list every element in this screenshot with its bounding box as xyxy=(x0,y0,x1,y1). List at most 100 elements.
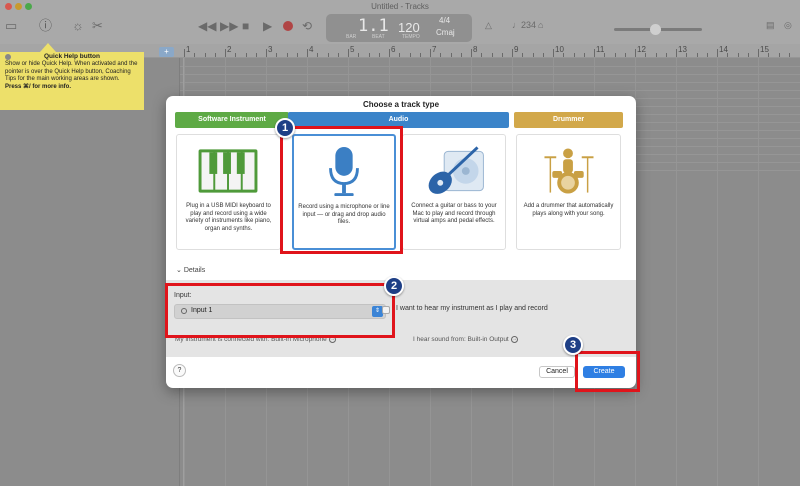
ruler-tick xyxy=(430,49,431,57)
callout-badge-2: 2 xyxy=(384,276,404,296)
ruler-bar-number: 4 xyxy=(309,45,314,54)
track-lane-divider xyxy=(180,82,800,83)
callout-box-create xyxy=(575,351,640,392)
loops-icon[interactable]: ◎ xyxy=(784,20,792,31)
ruler-subtick xyxy=(573,53,575,57)
ruler-subtick xyxy=(747,53,749,57)
lcd-time-signature: 4/4 xyxy=(439,16,451,25)
hear-from-info: I hear sound from: Built-in Output → xyxy=(413,336,518,343)
ruler-subtick xyxy=(737,53,739,57)
drummer-icon xyxy=(544,148,594,194)
volume-knob[interactable] xyxy=(650,24,661,35)
quick-help-more: Press ⌘/ for more info. xyxy=(5,83,72,90)
ruler-subtick xyxy=(778,53,780,57)
ruler-bar-number: 7 xyxy=(432,45,437,54)
ruler-subtick xyxy=(317,53,319,57)
ruler-tick xyxy=(348,49,349,57)
ruler-subtick xyxy=(604,53,606,57)
ruler-bar-number: 9 xyxy=(514,45,519,54)
ruler-subtick xyxy=(655,53,657,57)
software-instrument-card[interactable]: Plug in a USB MIDI keyboard to play and … xyxy=(176,134,281,250)
ruler-subtick xyxy=(481,53,483,57)
guitar-icon xyxy=(428,146,484,194)
guitar-card[interactable]: Connect a guitar or bass to your Mac to … xyxy=(402,134,506,250)
count-in-button[interactable]: ♩234 xyxy=(512,20,536,30)
ruler-subtick xyxy=(696,53,698,57)
ruler-subtick xyxy=(194,53,196,57)
lcd-position: 1.1 xyxy=(358,16,389,36)
callout-box-input xyxy=(165,283,395,338)
ruler-bar-number: 8 xyxy=(473,45,478,54)
ruler-bar-number: 1 xyxy=(186,45,191,54)
lcd-key: Cmaj xyxy=(436,28,455,37)
library-icon[interactable]: ▭ xyxy=(5,19,17,33)
ruler-subtick xyxy=(286,53,288,57)
hear-from-text: I hear sound from: Built-in Output xyxy=(413,336,509,344)
callout-badge-3: 3 xyxy=(563,335,583,355)
go-to-output-preferences-icon[interactable]: → xyxy=(510,336,518,343)
ruler-subtick xyxy=(409,53,411,57)
notepad-icon[interactable]: ▤ xyxy=(766,20,775,31)
ruler-subtick xyxy=(542,53,544,57)
ruler[interactable]: 1 2 3 4 5 6 7 8 9 10 11 12 13 14 15 xyxy=(180,44,800,58)
track-lane-divider xyxy=(180,74,800,75)
ruler-tick xyxy=(758,49,759,57)
fast-forward-button[interactable]: ▶▶ xyxy=(220,18,238,34)
ruler-tick xyxy=(307,49,308,57)
lcd-display[interactable]: 1.1 BAR BEAT 120 TEMPO 4/4 Cmaj xyxy=(326,14,472,42)
ruler-subtick xyxy=(614,53,616,57)
ruler-subtick xyxy=(727,53,729,57)
dialog-title: Choose a track type xyxy=(362,100,440,109)
drummer-description: Add a drummer that automatically plays a… xyxy=(523,203,614,217)
rewind-button[interactable]: ◀◀ xyxy=(198,18,216,34)
ruler-tick xyxy=(184,49,185,57)
lcd-beat-label: BEAT xyxy=(372,34,385,40)
ruler-tick xyxy=(266,49,267,57)
cancel-button[interactable]: Cancel xyxy=(539,366,575,378)
quick-help-icon[interactable]: ⓘ xyxy=(39,19,52,33)
tab-software-instrument[interactable]: Software Instrument xyxy=(175,112,289,128)
stop-button[interactable]: ■ xyxy=(242,18,249,34)
add-track-button[interactable]: + xyxy=(159,47,174,57)
help-button[interactable]: ? xyxy=(173,364,186,377)
quick-help-text: Show or hide Quick Help. When activated … xyxy=(5,61,138,83)
editors-icon[interactable]: ✂ xyxy=(92,19,103,33)
tuner-button[interactable]: △ xyxy=(485,20,492,31)
ruler-subtick xyxy=(204,53,206,57)
ruler-subtick xyxy=(378,53,380,57)
ruler-subtick xyxy=(501,53,503,57)
track-headers xyxy=(0,58,180,486)
quick-help-tooltip: Quick Help button Show or hide Quick Hel… xyxy=(0,43,144,110)
ruler-subtick xyxy=(624,53,626,57)
ruler-tick xyxy=(717,49,718,57)
ruler-tick xyxy=(512,49,513,57)
callout-box-microphone xyxy=(280,126,403,254)
ruler-subtick xyxy=(358,53,360,57)
track-lane-divider xyxy=(180,90,800,91)
ruler-tick xyxy=(635,49,636,57)
master-volume-slider[interactable] xyxy=(614,24,702,35)
chevron-down-icon: ⌄ xyxy=(176,267,182,274)
metronome-icon[interactable]: ⌂ xyxy=(538,20,543,30)
details-disclosure[interactable]: ⌄ Details xyxy=(176,266,205,274)
ruler-tick xyxy=(389,49,390,57)
cycle-button[interactable]: ⟲ xyxy=(302,18,312,34)
ruler-tick xyxy=(553,49,554,57)
quick-help-title: Quick Help button xyxy=(44,53,100,60)
tab-drummer[interactable]: Drummer xyxy=(514,112,623,128)
drummer-card[interactable]: Add a drummer that automatically plays a… xyxy=(516,134,621,250)
ruler-subtick xyxy=(450,53,452,57)
ruler-subtick xyxy=(419,53,421,57)
ruler-subtick xyxy=(686,53,688,57)
quick-help-body: Show or hide Quick Help. When activated … xyxy=(5,61,141,91)
ruler-subtick xyxy=(337,53,339,57)
keyboard-icon xyxy=(198,149,258,193)
ruler-subtick xyxy=(768,53,770,57)
ruler-subtick xyxy=(296,53,298,57)
play-button[interactable]: ▶ xyxy=(263,18,272,34)
ruler-tick xyxy=(225,49,226,57)
ruler-subtick xyxy=(665,53,667,57)
record-button[interactable] xyxy=(283,21,293,31)
ruler-subtick xyxy=(460,53,462,57)
smart-controls-icon[interactable]: ☼ xyxy=(72,19,84,33)
